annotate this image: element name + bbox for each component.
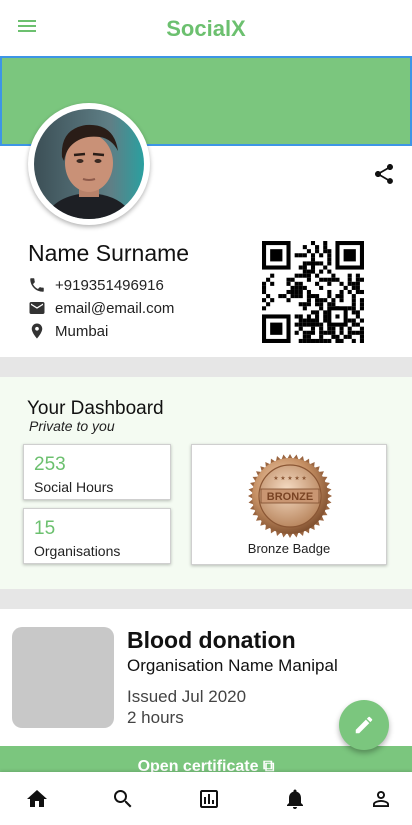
social-hours-label: Social Hours <box>34 479 114 495</box>
dashboard-title: Your Dashboard <box>27 398 164 419</box>
search-icon[interactable] <box>111 787 135 811</box>
mail-icon <box>28 299 46 317</box>
organisations-value: 15 <box>34 518 56 539</box>
stat-card-organisations[interactable]: 15 Organisations <box>23 508 171 564</box>
certificate-organisation: Organisation Name Manipal <box>127 656 338 675</box>
email-row[interactable]: email@email.com <box>28 298 174 318</box>
app-title: SocialX <box>166 16 246 41</box>
location-pin-icon <box>28 322 46 340</box>
organisations-label: Organisations <box>34 543 121 559</box>
certificate-thumbnail[interactable] <box>12 627 114 728</box>
app-bar: SocialX <box>0 0 412 56</box>
certificate-duration: 2 hours <box>127 708 184 727</box>
location-text: Mumbai <box>55 322 109 340</box>
bronze-medal-icon: BRONZE ★ ★ ★ ★ ★ <box>248 454 332 538</box>
dashboard-subtitle: Private to you <box>29 418 115 434</box>
medal-text: BRONZE <box>267 491 313 503</box>
edit-fab-button[interactable] <box>339 700 389 750</box>
share-icon[interactable] <box>372 162 396 186</box>
open-in-new-icon: ⧉ <box>262 758 275 772</box>
bottom-navigation <box>0 772 412 825</box>
email-address: email@email.com <box>55 299 175 317</box>
phone-icon <box>28 276 46 294</box>
certificate-issued-date: Issued Jul 2020 <box>127 687 247 706</box>
badge-label: Bronze Badge <box>247 541 331 556</box>
qr-code[interactable] <box>262 241 364 343</box>
svg-text:★ ★ ★ ★ ★: ★ ★ ★ ★ ★ <box>273 475 307 482</box>
pencil-icon <box>355 716 373 734</box>
open-certificate-button[interactable]: Open certificate ⧉ <box>0 746 412 772</box>
phone-number: +919351496916 <box>55 276 164 294</box>
open-certificate-text: Open certificate ⧉ <box>0 758 412 772</box>
badge-card[interactable]: BRONZE ★ ★ ★ ★ ★ Bronze Badge <box>191 444 387 565</box>
stat-card-social-hours[interactable]: 253 Social Hours <box>23 444 171 500</box>
section-divider <box>0 357 412 377</box>
social-hours-value: 253 <box>34 454 66 475</box>
home-icon[interactable] <box>25 787 49 811</box>
notifications-icon[interactable] <box>283 787 307 811</box>
phone-row[interactable]: +919351496916 <box>28 275 164 295</box>
avatar[interactable] <box>28 103 150 225</box>
bar-chart-icon[interactable] <box>197 787 221 811</box>
account-icon[interactable] <box>369 787 393 811</box>
certificate-title: Blood donation <box>127 627 296 653</box>
section-divider <box>0 589 412 609</box>
profile-name: Name Surname <box>28 240 190 266</box>
profile-photo <box>34 109 144 219</box>
location-row: Mumbai <box>28 321 108 341</box>
